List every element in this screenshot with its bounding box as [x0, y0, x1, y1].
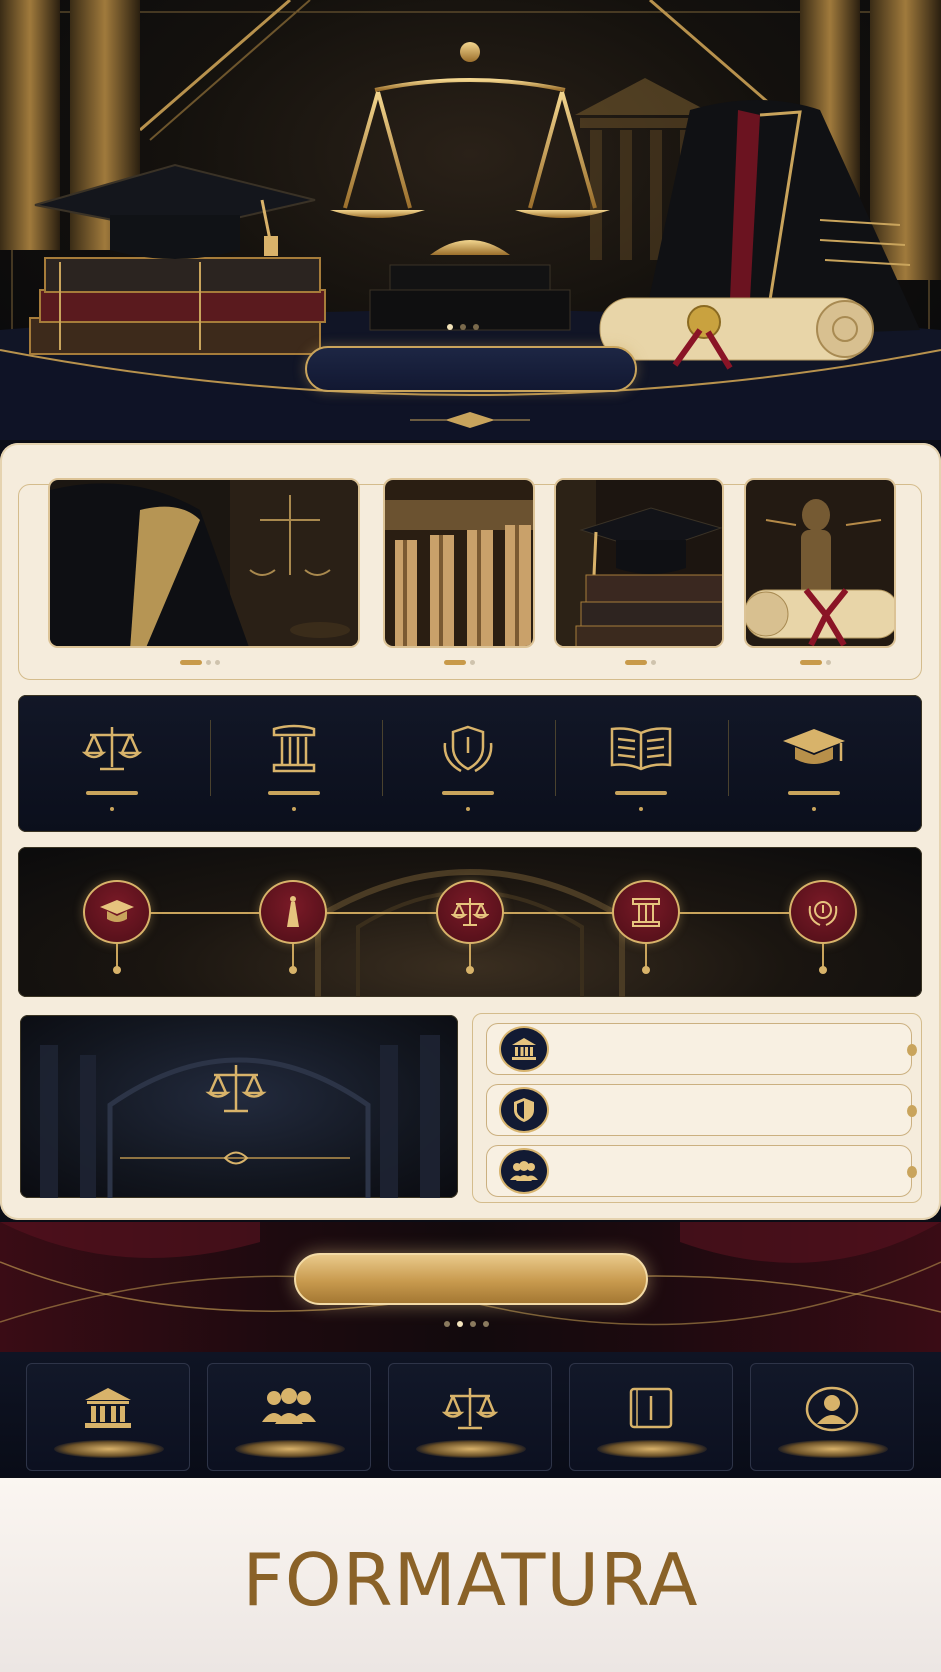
- nav-pedestal: [778, 1440, 888, 1458]
- primary-cta-button[interactable]: [294, 1253, 648, 1305]
- people-icon: [510, 1161, 538, 1181]
- courthouse-icon: [85, 1388, 131, 1428]
- strip-item-column[interactable]: [208, 695, 380, 832]
- strip-underline: [442, 791, 494, 795]
- list-item-people[interactable]: [486, 1145, 917, 1197]
- scales-icon: [82, 727, 142, 771]
- list-knob: [907, 1105, 917, 1117]
- nav-item-user[interactable]: [750, 1363, 914, 1471]
- category-strip: [18, 695, 922, 832]
- photo-pager[interactable]: [444, 659, 475, 665]
- graduation-cap-icon: [783, 729, 845, 764]
- open-book-icon: [610, 727, 672, 771]
- nav-item-scales[interactable]: [388, 1363, 552, 1471]
- strip-underline: [615, 791, 667, 795]
- scales-icon: [442, 1388, 498, 1430]
- carousel-dot[interactable]: [483, 1321, 489, 1327]
- strip-item-grad-cap[interactable]: [728, 695, 900, 832]
- people-icon: [262, 1388, 316, 1424]
- timeline-node[interactable]: [259, 880, 327, 976]
- timeline-node[interactable]: [83, 880, 151, 976]
- photo-pager[interactable]: [625, 659, 656, 665]
- hero-pill-button[interactable]: [305, 346, 637, 392]
- nav-item-courthouse[interactable]: [26, 1363, 190, 1471]
- strip-underline: [268, 791, 320, 795]
- list-item-courthouse[interactable]: [486, 1023, 917, 1075]
- footer: FORMATURA: [0, 1478, 941, 1672]
- timeline-node[interactable]: [612, 880, 680, 976]
- nav-pedestal: [235, 1440, 345, 1458]
- scales-icon: [451, 898, 489, 926]
- graduation-cap-icon: [100, 900, 134, 922]
- feature-card[interactable]: [20, 1015, 458, 1198]
- strip-item-book[interactable]: [555, 695, 727, 832]
- shield-icon: [514, 1098, 534, 1122]
- cta-carousel-dots[interactable]: [444, 1321, 489, 1327]
- strip-item-scales[interactable]: [26, 695, 198, 832]
- carousel-dot[interactable]: [473, 324, 479, 330]
- strip-dot: [466, 807, 470, 811]
- carousel-dot[interactable]: [470, 1321, 476, 1327]
- timeline-node[interactable]: [436, 880, 504, 976]
- nav-item-book[interactable]: [569, 1363, 733, 1471]
- page-title: FORMATURA: [242, 1538, 699, 1622]
- carousel-dot[interactable]: [457, 1321, 463, 1327]
- diploma-justice-statue-photo[interactable]: [744, 478, 896, 648]
- nav-item-people[interactable]: [207, 1363, 371, 1471]
- hero-banner: [0, 0, 941, 440]
- strip-underline: [788, 791, 840, 795]
- photo-pager[interactable]: [800, 659, 831, 665]
- tassel-icon: [287, 896, 299, 927]
- nav-pedestal: [597, 1440, 707, 1458]
- list-item-shield[interactable]: [486, 1084, 917, 1136]
- timeline-node[interactable]: [789, 880, 857, 976]
- list-knob: [907, 1044, 917, 1056]
- book-icon: [629, 1387, 673, 1429]
- column-icon: [272, 724, 316, 773]
- courthouse-columns-photo[interactable]: [383, 478, 535, 648]
- strip-dot: [812, 807, 816, 811]
- strip-dot: [639, 807, 643, 811]
- strip-dot: [292, 807, 296, 811]
- timeline-panel: [18, 847, 922, 997]
- list-knob: [907, 1166, 917, 1178]
- column-icon: [632, 898, 660, 927]
- graduation-cap-books-photo[interactable]: [554, 478, 724, 648]
- carousel-dot[interactable]: [447, 324, 453, 330]
- scales-icon: [205, 1065, 267, 1113]
- hero-carousel-dots[interactable]: [447, 324, 479, 330]
- shield-laurel-icon: [443, 725, 493, 773]
- strip-underline: [86, 791, 138, 795]
- strip-dot: [110, 807, 114, 811]
- carousel-dot[interactable]: [444, 1321, 450, 1327]
- carousel-dot[interactable]: [460, 324, 466, 330]
- courthouse-icon: [512, 1038, 536, 1060]
- user-icon: [805, 1386, 859, 1432]
- photo-pager[interactable]: [180, 659, 220, 665]
- nav-pedestal: [416, 1440, 526, 1458]
- laurel-seal-icon: [808, 901, 838, 926]
- nav-pedestal: [54, 1440, 164, 1458]
- strip-item-shield[interactable]: [382, 695, 554, 832]
- hall-background: [40, 1035, 440, 1198]
- graduation-gown-photo[interactable]: [48, 478, 360, 648]
